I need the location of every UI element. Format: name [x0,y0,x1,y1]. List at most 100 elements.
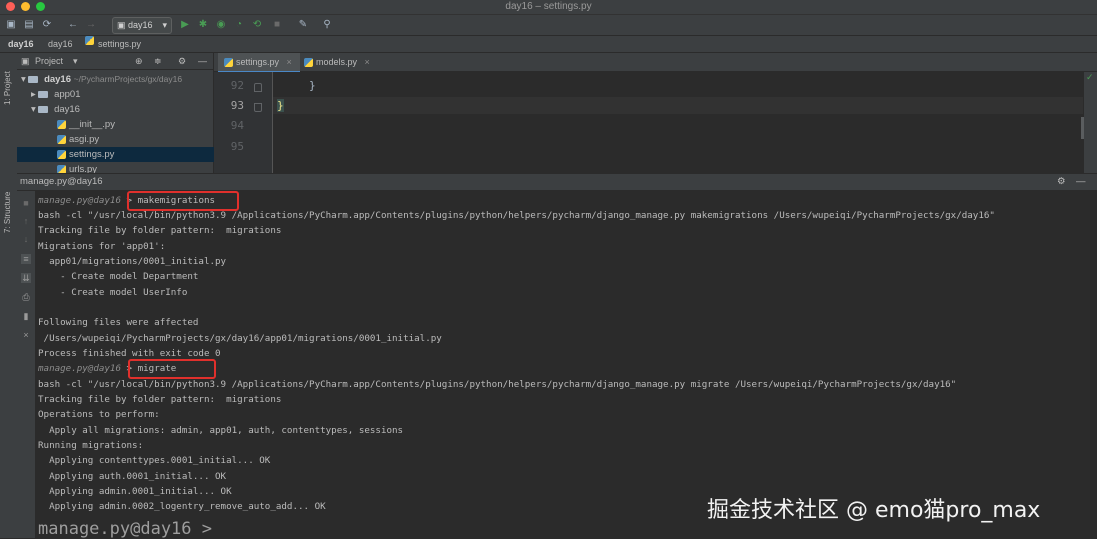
fold-icon[interactable] [254,83,262,92]
title-bar: day16 – settings.py [0,0,1097,15]
close-icon[interactable]: × [21,330,31,340]
line-number: 95 [230,140,244,153]
gear-icon[interactable]: ⚙ [178,53,186,69]
watermark: 掘金技术社区 @ emo猫pro_max [707,498,1041,523]
chevron-down-icon: ▾ [162,20,167,30]
run-panel-header: manage.py@day16 ⚙ — [17,174,1097,191]
python-file-icon [57,119,66,129]
fold-icon[interactable] [254,103,262,112]
project-tool-tab[interactable]: 1: Project [3,71,12,105]
trash-icon[interactable]: ▮ [21,311,31,321]
tab-settings-py[interactable]: settings.py × [218,53,300,73]
line-number: 92 [230,79,244,92]
search-icon[interactable]: ⚲ [320,18,334,32]
hide-icon[interactable]: — [1076,174,1086,190]
run-panel-title: manage.py@day16 [20,176,103,187]
folder-icon [28,75,39,83]
console-line: bash -cl "/usr/local/bin/python3.9 /Appl… [38,379,957,390]
tab-models-py[interactable]: models.py × [298,53,376,71]
editor-tab-bar: settings.py × models.py × [214,53,1097,73]
locate-icon[interactable]: ⊕ [135,53,143,69]
run-configuration-select[interactable]: ▣ day16 ▾ [112,17,172,34]
coverage-icon[interactable]: ◉ [214,18,228,32]
python-file-icon [57,134,66,144]
code-editor[interactable]: } } [273,72,1084,173]
tree-item-day16[interactable]: ▾ day16 [17,102,227,117]
run-icon[interactable]: ▶ [178,18,192,32]
check-icon: ✓ [1086,72,1094,82]
python-file-icon [304,58,313,68]
debug-icon[interactable]: ✱ [196,18,210,32]
profile-icon[interactable]: ◔ [232,18,246,32]
concurrency-icon[interactable]: ⟲ [250,18,264,32]
breadcrumb-item[interactable]: day16 [8,36,34,52]
project-panel: ▣ Project ▾ ⊕ ≑ ⚙ — ▾ day16 ~/PycharmPro… [17,53,253,173]
breadcrumb-item[interactable]: settings.py [98,36,141,52]
project-panel-header: ▣ Project ▾ ⊕ ≑ ⚙ — [17,53,213,70]
highlight-box [127,191,239,211]
console-line: app01/migrations/0001_initial.py [38,256,227,267]
chevron-down-icon: ▾ [21,74,26,85]
project-view-select[interactable]: Project [35,53,63,69]
console-line: Apply all migrations: admin, app01, auth… [38,425,404,436]
console-line: Migrations for 'app01': [38,241,166,252]
close-icon[interactable]: × [287,57,292,67]
chevron-right-icon: ▸ [31,89,36,100]
console-input-prompt[interactable]: manage.py@day16 > [38,519,212,539]
window-title: day16 – settings.py [505,1,592,12]
console-line: Applying auth.0001_initial... OK [38,471,227,482]
back-arrow-icon[interactable]: ← [66,18,80,32]
print-icon[interactable]: ⎙ [21,292,31,302]
chevron-down-icon: ▾ [31,104,36,115]
chevron-down-icon: ▾ [73,56,78,66]
console-line: Tracking file by folder pattern: migrati… [38,394,282,405]
gear-icon[interactable]: ⚙ [1057,174,1066,190]
main-toolbar: ▣ ▤ ⟳ ← → ▣ day16 ▾ ▶ ✱ ◉ ◔ ⟲ ■ ✎ ⚲ [0,15,1097,36]
python-file-icon [57,149,66,159]
console-line: bash -cl "/usr/local/bin/python3.9 /Appl… [38,210,995,221]
console-line: Operations to perform: [38,409,160,420]
tree-item-root[interactable]: ▾ day16 ~/PycharmProjects/gx/day16 [17,72,217,87]
hide-icon[interactable]: — [198,53,207,69]
line-number: 93 [230,99,244,112]
wrench-icon[interactable]: ✎ [296,18,310,32]
tree-item-app01[interactable]: ▸ app01 [17,87,227,102]
save-icon[interactable]: ▤ [22,18,36,32]
code-line: } [277,99,284,112]
run-config-label: day16 [128,20,153,30]
console-line: Following files were affected [38,317,199,328]
django-icon: ▣ [117,20,126,30]
up-arrow-icon[interactable]: ↑ [21,216,31,226]
structure-tool-tab[interactable]: 7: Structure [3,192,12,233]
console-line: - Create model UserInfo [38,287,188,298]
scroll-to-end-icon[interactable]: ⇊ [21,273,31,283]
down-arrow-icon[interactable]: ↓ [21,234,31,244]
line-number-gutter: 92 93 94 95 [214,72,273,173]
forward-arrow-icon[interactable]: → [84,18,98,32]
soft-wrap-icon[interactable]: ≡ [21,254,31,264]
breadcrumb: day16 day16 settings.py [0,36,1097,53]
console-line: Running migrations: [38,440,144,451]
current-line-highlight [273,97,1083,114]
console-line: - Create model Department [38,271,199,282]
python-file-icon [224,58,233,68]
folder-icon [38,90,49,98]
line-number: 94 [230,119,244,132]
python-file-icon [57,164,66,173]
console-line: Applying admin.0002_logentry_remove_auto… [38,501,326,512]
project-view-icon: ▣ [21,56,30,66]
console-line: Applying admin.0001_initial... OK [38,486,232,497]
code-line: } [309,79,316,92]
stop-icon[interactable]: ■ [270,18,284,32]
console-output[interactable]: manage.py@day16 > makemigrations bash -c… [36,191,1097,539]
collapse-icon[interactable]: ≑ [154,53,162,69]
left-tool-strip: 1: Project 7: Structure [0,53,18,538]
open-folder-icon[interactable]: ▣ [4,18,18,32]
close-icon[interactable]: × [365,57,370,67]
highlight-box [128,359,216,379]
console-line: Tracking file by folder pattern: migrati… [38,225,282,236]
sync-icon[interactable]: ⟳ [40,18,54,32]
breadcrumb-item[interactable]: day16 [48,36,73,52]
console-line: Process finished with exit code 0 [38,348,221,359]
stop-icon[interactable]: ■ [21,198,31,208]
